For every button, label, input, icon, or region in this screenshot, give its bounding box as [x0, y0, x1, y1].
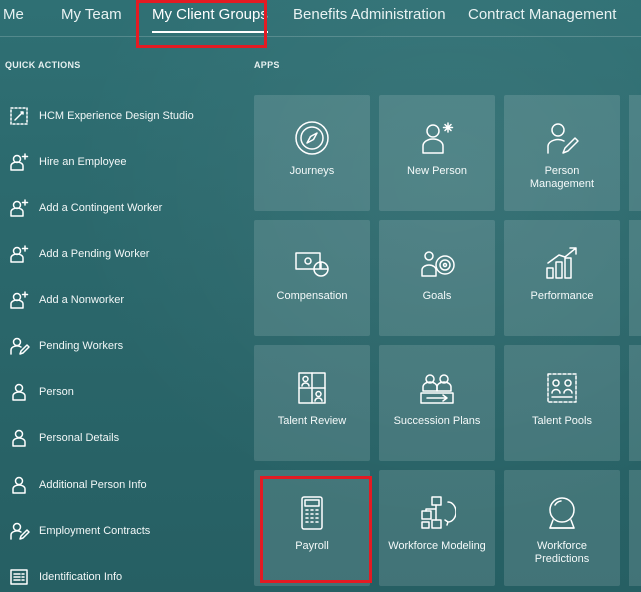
quick-action-label: Person — [39, 386, 74, 398]
tab-my-team[interactable]: My Team — [61, 0, 122, 34]
apps-title: APPS — [254, 60, 280, 70]
quick-action-add-a-contingent-worker[interactable]: Add a Contingent Worker — [8, 194, 238, 222]
app-tile-goals[interactable]: Goals — [379, 220, 495, 336]
tab-label: Benefits Administration — [293, 6, 446, 23]
quick-action-identification-info[interactable]: Identification Info — [8, 563, 238, 591]
app-tile-partial[interactable] — [629, 470, 641, 586]
tab-label: Contract Management — [468, 6, 617, 23]
add-person-icon — [8, 151, 30, 173]
app-tile-journeys[interactable]: Journeys — [254, 95, 370, 211]
tab-my-client-groups[interactable]: My Client Groups — [152, 0, 268, 34]
app-tile-label: Person Management — [529, 165, 595, 190]
talent-review-icon — [293, 369, 331, 407]
quick-action-label: HCM Experience Design Studio — [39, 110, 194, 122]
compensation-icon — [293, 244, 331, 282]
quick-action-label: Add a Pending Worker — [39, 248, 150, 260]
workforce-modeling-icon — [418, 494, 456, 532]
crystal-ball-icon — [543, 494, 581, 532]
active-tab-underline — [152, 31, 268, 33]
succession-icon — [418, 369, 456, 407]
app-tile-label: Workforce Predictions — [534, 540, 590, 565]
quick-actions-title: QUICK ACTIONS — [5, 60, 81, 70]
quick-action-label: Employment Contracts — [39, 525, 151, 537]
quick-action-employment-contracts[interactable]: Employment Contracts — [8, 517, 238, 545]
calculator-icon — [293, 494, 331, 532]
app-tile-new-person[interactable]: New Person — [379, 95, 495, 211]
quick-action-hcm-experience-design-studio[interactable]: HCM Experience Design Studio — [8, 102, 238, 130]
app-tile-workforce-predictions[interactable]: Workforce Predictions — [504, 470, 620, 586]
compass-icon — [293, 119, 331, 157]
tab-benefits-administration[interactable]: Benefits Administration — [293, 0, 446, 34]
quick-action-label: Additional Person Info — [39, 479, 147, 491]
app-tile-payroll[interactable]: Payroll — [254, 470, 370, 586]
app-tile-label: Talent Review — [277, 415, 347, 427]
app-tile-label: New Person — [407, 165, 467, 177]
quick-action-label: Pending Workers — [39, 340, 124, 352]
app-tile-partial[interactable] — [629, 220, 641, 336]
app-tile-label: Talent Pools — [532, 415, 592, 427]
quick-action-label: Personal Details — [39, 432, 120, 444]
app-tile-person-management[interactable]: Person Management — [504, 95, 620, 211]
person-icon — [8, 474, 30, 496]
edit-person-icon — [8, 335, 30, 357]
talent-pool-icon — [543, 369, 581, 407]
quick-action-add-a-nonworker[interactable]: Add a Nonworker — [8, 286, 238, 314]
quick-action-hire-an-employee[interactable]: Hire an Employee — [8, 148, 238, 176]
tab-label: My Client Groups — [152, 6, 268, 23]
tab-me[interactable]: Me — [3, 0, 24, 34]
app-tile-label: Journeys — [289, 165, 335, 177]
add-person-icon — [8, 243, 30, 265]
performance-chart-icon — [543, 244, 581, 282]
top-nav-tabs: Me My Team My Client Groups Benefits Adm… — [0, 0, 641, 36]
app-tile-compensation[interactable]: Compensation — [254, 220, 370, 336]
app-tile-succession-plans[interactable]: Succession Plans — [379, 345, 495, 461]
person-edit-icon — [543, 119, 581, 157]
app-tile-talent-review[interactable]: Talent Review — [254, 345, 370, 461]
app-tile-partial[interactable] — [629, 345, 641, 461]
app-tile-label: Compensation — [276, 290, 348, 302]
add-person-icon — [8, 197, 30, 219]
app-tile-label: Goals — [422, 290, 452, 302]
app-tile-label: Succession Plans — [393, 415, 481, 427]
design-studio-icon — [8, 105, 30, 127]
app-tile-label: Payroll — [295, 540, 329, 552]
app-tile-label: Performance — [530, 290, 594, 302]
tab-contract-management[interactable]: Contract Management — [468, 0, 616, 34]
person-icon — [8, 381, 30, 403]
app-tile-label: Workforce Modeling — [388, 540, 486, 552]
quick-action-person[interactable]: Person — [8, 378, 238, 406]
app-tile-performance[interactable]: Performance — [504, 220, 620, 336]
quick-action-label: Hire an Employee — [39, 156, 127, 168]
quick-action-pending-workers[interactable]: Pending Workers — [8, 332, 238, 360]
app-tile-workforce-modeling[interactable]: Workforce Modeling — [379, 470, 495, 586]
person-icon — [8, 427, 30, 449]
app-tile-partial[interactable] — [629, 95, 641, 211]
tab-label: My Team — [61, 6, 122, 23]
quick-action-add-a-pending-worker[interactable]: Add a Pending Worker — [8, 240, 238, 268]
quick-action-label: Identification Info — [39, 571, 123, 583]
goals-icon — [418, 244, 456, 282]
app-tile-talent-pools[interactable]: Talent Pools — [504, 345, 620, 461]
new-person-icon — [418, 119, 456, 157]
id-card-icon — [8, 566, 30, 588]
quick-action-label: Add a Nonworker — [39, 294, 124, 306]
add-person-icon — [8, 289, 30, 311]
quick-action-label: Add a Contingent Worker — [39, 202, 163, 214]
quick-action-additional-person-info[interactable]: Additional Person Info — [8, 471, 238, 499]
quick-action-personal-details[interactable]: Personal Details — [8, 424, 238, 452]
edit-person-icon — [8, 520, 30, 542]
tab-label: Me — [3, 6, 24, 23]
